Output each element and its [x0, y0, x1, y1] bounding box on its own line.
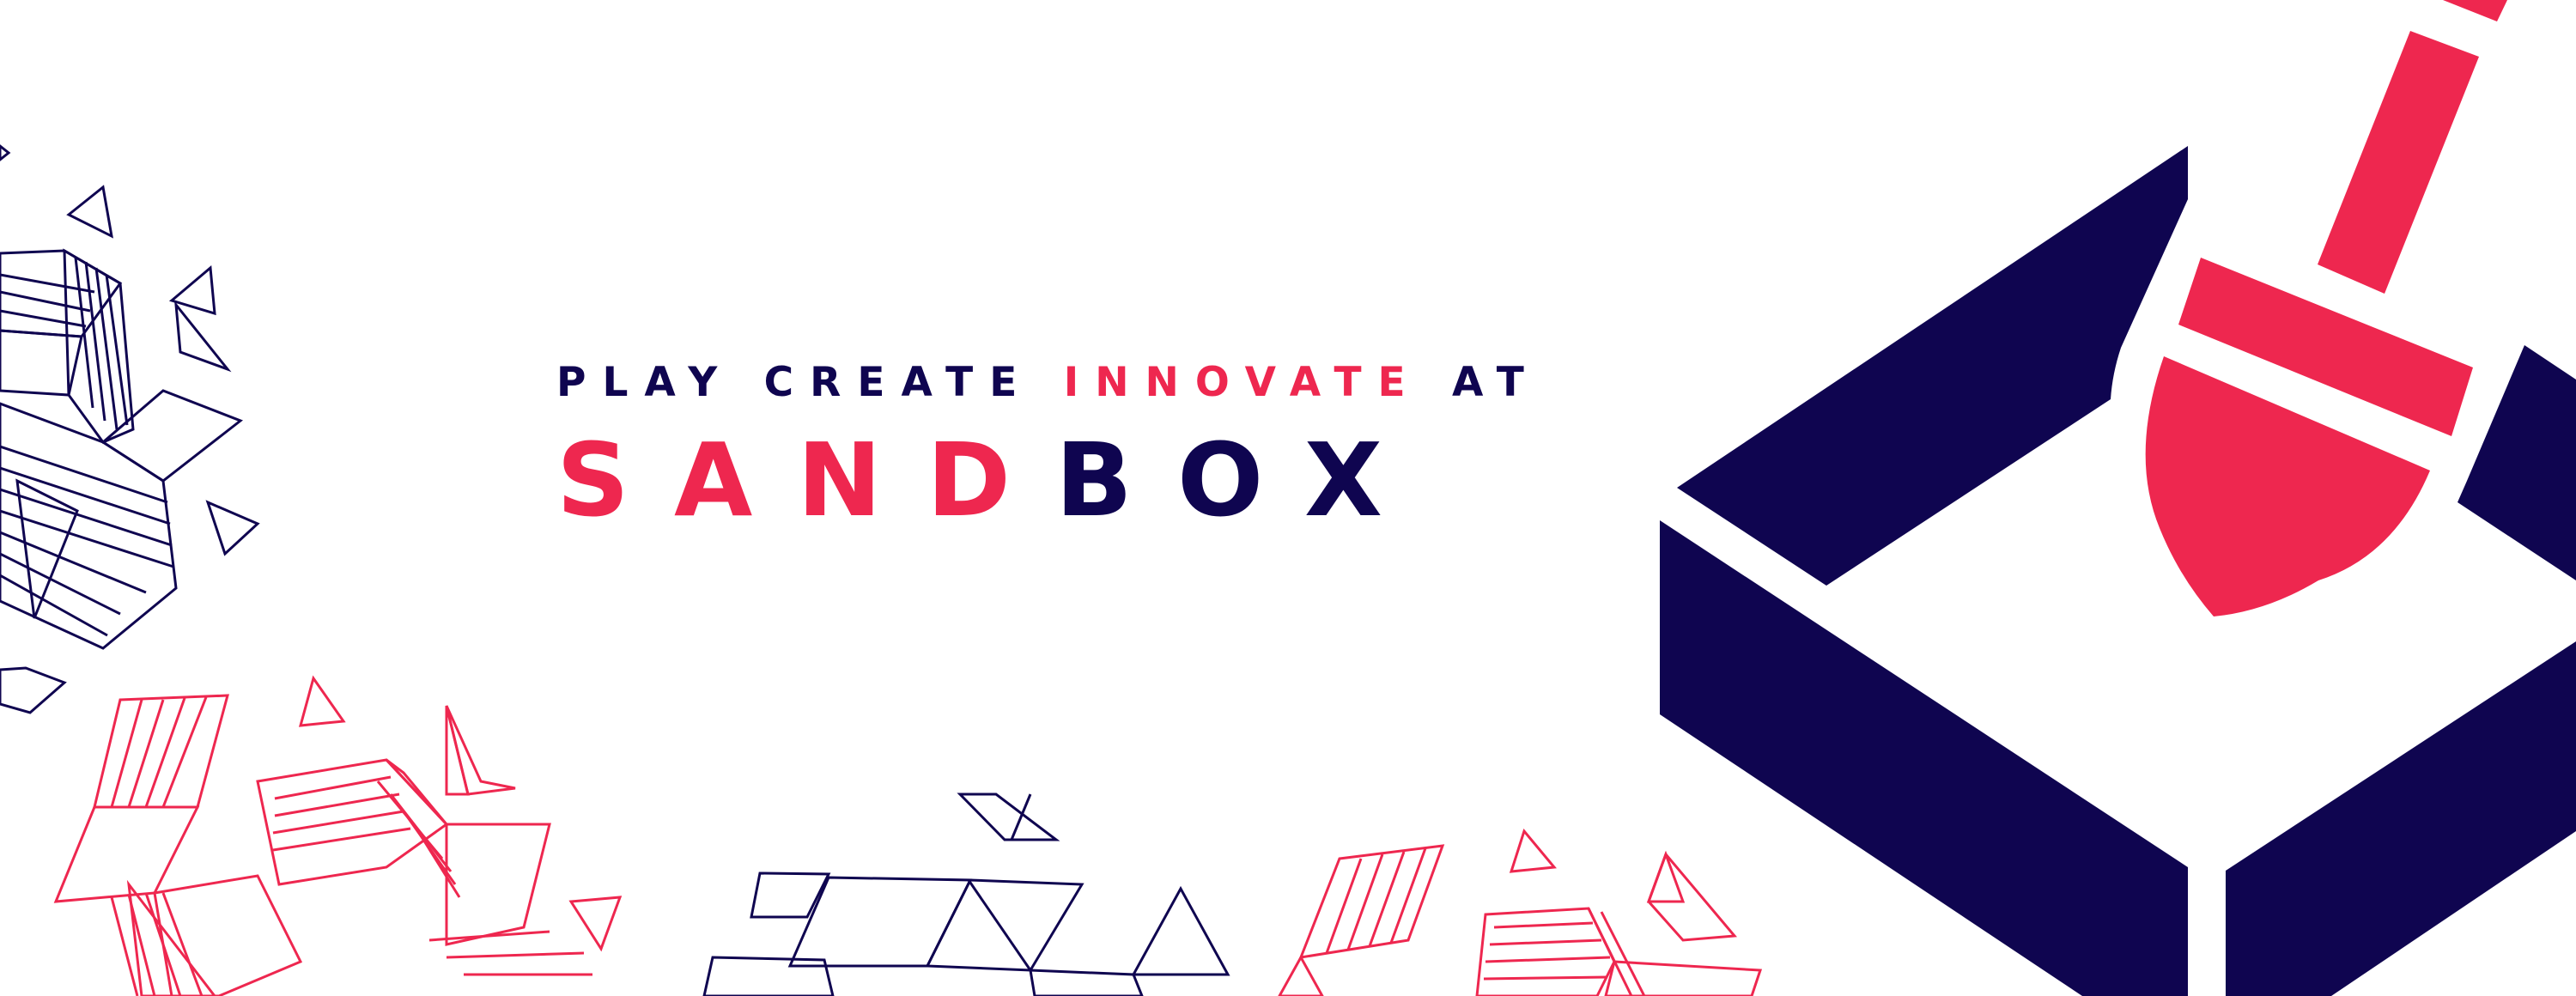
sandbox-banner: PLAY CREATE INNOVATE AT SANDBOX: [0, 0, 2576, 996]
sandbox-with-shovel-icon: [1660, 0, 2576, 996]
